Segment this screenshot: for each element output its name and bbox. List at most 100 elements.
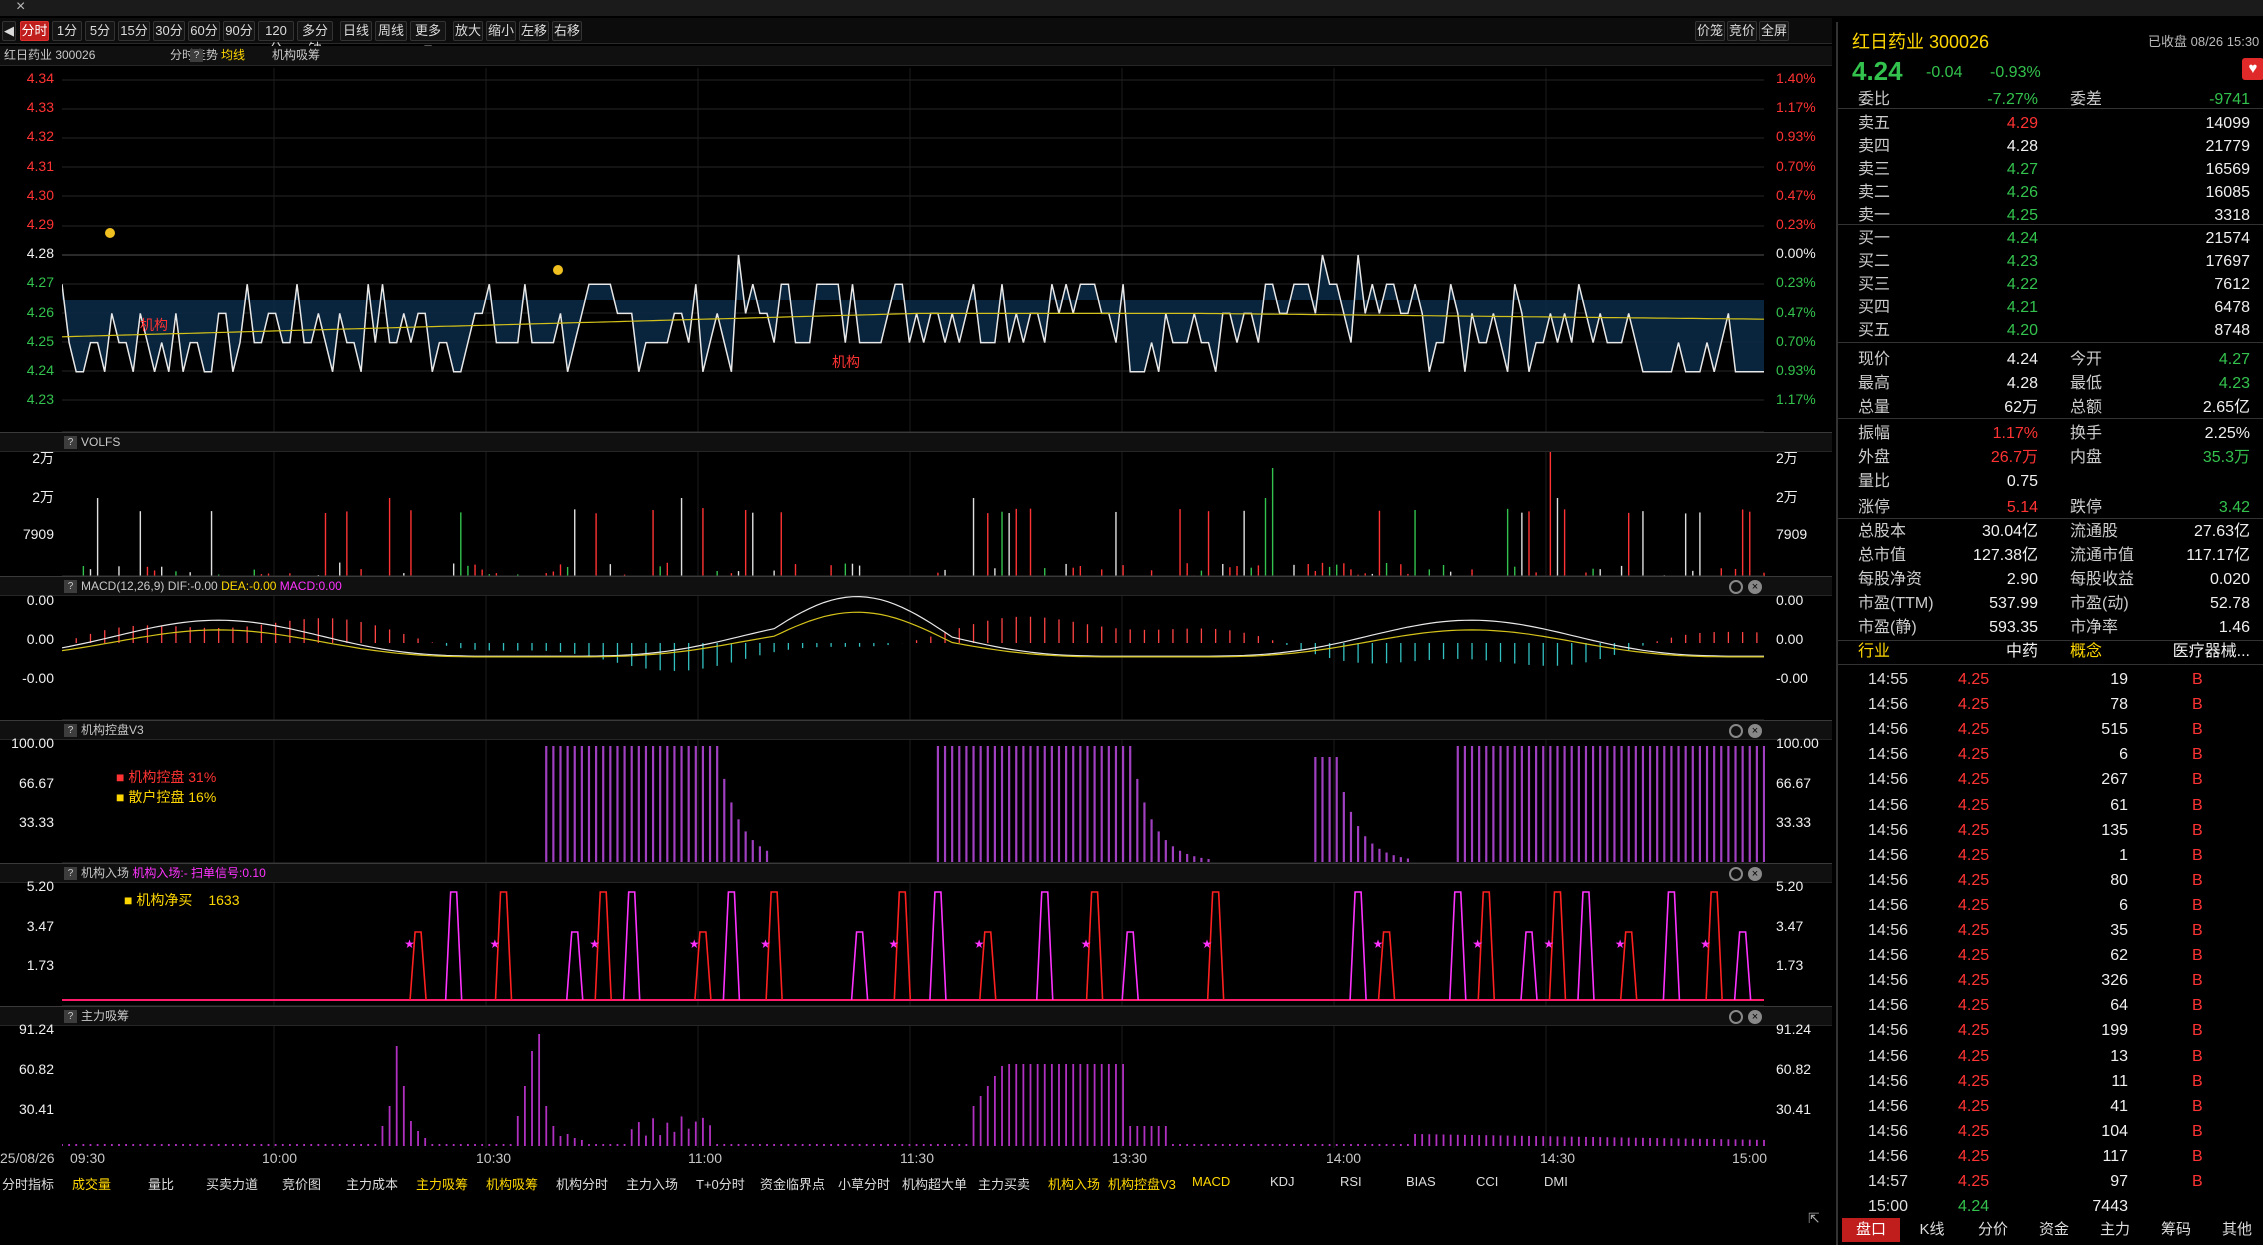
toolbar-item[interactable]: 日线 [340,21,372,41]
help-icon[interactable]: ? [64,580,77,593]
indicator-tab[interactable]: 机构吸筹 [486,1174,538,1193]
jgrc-sub1: 机构入场:- [132,866,188,880]
tick-price: 4.25 [1958,972,1990,990]
toolbar-item[interactable]: 分时 [20,21,49,41]
toolbar-item[interactable]: 放大 [453,21,483,41]
jgkp-title: 机构控盘V3 [81,723,144,737]
entry-spike [1662,891,1681,1001]
toolbar-item[interactable]: 5分 [85,21,115,41]
close-icon[interactable]: × [1748,580,1762,594]
toolbar-item[interactable]: 15分 [118,21,150,41]
toolbar-right-item[interactable]: 全屏 [1759,21,1789,41]
toolbar-right-item[interactable]: 价笼 [1695,21,1725,41]
tick-time: 14:56 [1868,1097,1909,1115]
favorite-icon[interactable]: ♥ [2242,58,2263,80]
chart-area[interactable]: ★ ★ ★ ★ ★ ★ ★ ★ ★ ★ ★ ★ ★ ★ [62,68,1765,1163]
toolbar-item[interactable]: 左移 [519,21,549,41]
stat-row-cell: 26.7万 [1990,449,2038,466]
tick-price: 4.25 [1958,1072,1990,1090]
help-icon[interactable]: ? [64,436,77,449]
indicator-tab[interactable]: 买卖力道 [206,1174,258,1193]
indicator-tab[interactable]: MACD [1192,1174,1230,1189]
indicator-tab[interactable]: 主力入场 [626,1174,678,1193]
help-icon[interactable]: ? [64,1010,77,1023]
indicator-tab[interactable]: 主力成本 [346,1174,398,1193]
toolbar-item[interactable]: 30分 [153,21,185,41]
entry-spike [850,931,869,1001]
entry-star: ★ [1081,937,1092,951]
toolbar-item[interactable]: 周线 [375,21,407,41]
quote-tab[interactable]: 分价 [1964,1218,2022,1242]
indicator-tab[interactable]: 资金临界点 [760,1174,825,1193]
indicator-tab[interactable]: 主力买卖 [978,1174,1030,1193]
bid-row-cell: 4.21 [2006,299,2038,316]
macd-panel-header: ? MACD(12,26,9) DIF:-0.00 DEA:-0.00 MACD:… [0,576,1832,596]
vol-title: VOLFS [81,435,121,449]
indicator-tab[interactable]: 分时指标 [2,1174,54,1193]
collapse-icon[interactable]: ◀ [2,21,16,41]
entry-star: ★ [1615,937,1626,951]
tick-side: B [2192,1097,2203,1115]
avg-label[interactable]: 均线 [221,46,245,65]
stat-row-cell: 27.63亿 [2193,523,2250,540]
stat-row-cell: 1.17% [1992,425,2038,442]
stat-row: 行业 中药 概念 医疗器械... [1858,640,2250,664]
help-icon[interactable]: ? [64,867,77,880]
indicator-tab[interactable]: KDJ [1270,1174,1295,1189]
close-icon[interactable]: × [16,0,25,16]
quote-tab[interactable]: 主力 [2086,1218,2144,1242]
entry-star: ★ [404,937,415,951]
jgrc-tick-right: 3.47 [1776,918,1804,934]
help-icon[interactable]: ? [64,724,77,737]
indicator-tab[interactable]: 成交量 [72,1174,111,1193]
indicator-tab[interactable]: T+0分时 [696,1174,745,1193]
macd-tick-right: 0.00 [1776,631,1804,647]
indicator-tab[interactable]: 主力吸筹 [416,1174,468,1193]
close-icon[interactable]: × [1748,1010,1762,1024]
indicator-tab[interactable]: 机构入场 [1048,1174,1100,1193]
close-icon[interactable]: × [1748,867,1762,881]
settings-icon[interactable] [1729,724,1743,738]
tick-side: B [2192,846,2203,864]
indicator-tab[interactable]: RSI [1340,1174,1362,1189]
indicator-tab[interactable]: 机构超大单 [902,1174,967,1193]
toolbar-item[interactable]: 更多▼ [410,21,446,56]
quote-tab[interactable]: 资金 [2025,1218,2083,1242]
indicator-label[interactable]: 机构吸筹 [272,46,320,65]
indicator-tab[interactable]: 小草分时 [838,1174,890,1193]
pct-tick: 0.70% [1776,332,1816,349]
toolbar-item[interactable]: 右移 [552,21,582,41]
toolbar-item[interactable]: 1分 [52,21,82,41]
indicator-tab[interactable]: 机构控盘V3 [1108,1174,1176,1193]
toolbar-item[interactable]: 缩小 [486,21,516,41]
toolbar-item[interactable]: 60分 [188,21,220,41]
quote-tab[interactable]: 其他 [2208,1218,2263,1242]
close-icon[interactable]: × [1748,724,1762,738]
stat-row-cell: 总市值 [1858,547,1907,564]
indicator-tab[interactable]: CCI [1476,1174,1498,1189]
toolbar-item[interactable]: 多分钟 [297,21,333,56]
quote-tab[interactable]: 筹码 [2147,1218,2205,1242]
tick-volume: 62 [2110,947,2128,965]
ask-row-cell: 4.26 [2006,184,2038,201]
quote-tab[interactable]: 盘口 [1842,1218,1900,1242]
stat-row-cell: 行业 [1858,643,1891,660]
indicator-tab[interactable]: 竞价图 [282,1174,321,1193]
indicator-tab[interactable]: 量比 [148,1174,174,1193]
toolbar-item[interactable]: 120分 [258,21,294,56]
toolbar-item[interactable]: 90分 [223,21,255,41]
toolbar-right-item[interactable]: 竞价 [1727,21,1757,41]
jgrc-title: 机构入场 [81,866,130,880]
time-label: 10:00 [262,1150,298,1166]
indicator-tab[interactable]: DMI [1544,1174,1568,1189]
indicator-tab[interactable]: 机构分时 [556,1174,608,1193]
stat-row: 总量 62万 总额 2.65亿 [1858,396,2250,420]
settings-icon[interactable] [1729,1010,1743,1024]
quote-tab[interactable]: K线 [1903,1218,1961,1242]
stat-row-cell: 换手 [2070,425,2103,442]
export-icon[interactable]: ⇱ [1808,1210,1820,1227]
indicator-tab[interactable]: BIAS [1406,1174,1436,1189]
settings-icon[interactable] [1729,580,1743,594]
settings-icon[interactable] [1729,867,1743,881]
help-icon[interactable]: ? [190,49,203,62]
